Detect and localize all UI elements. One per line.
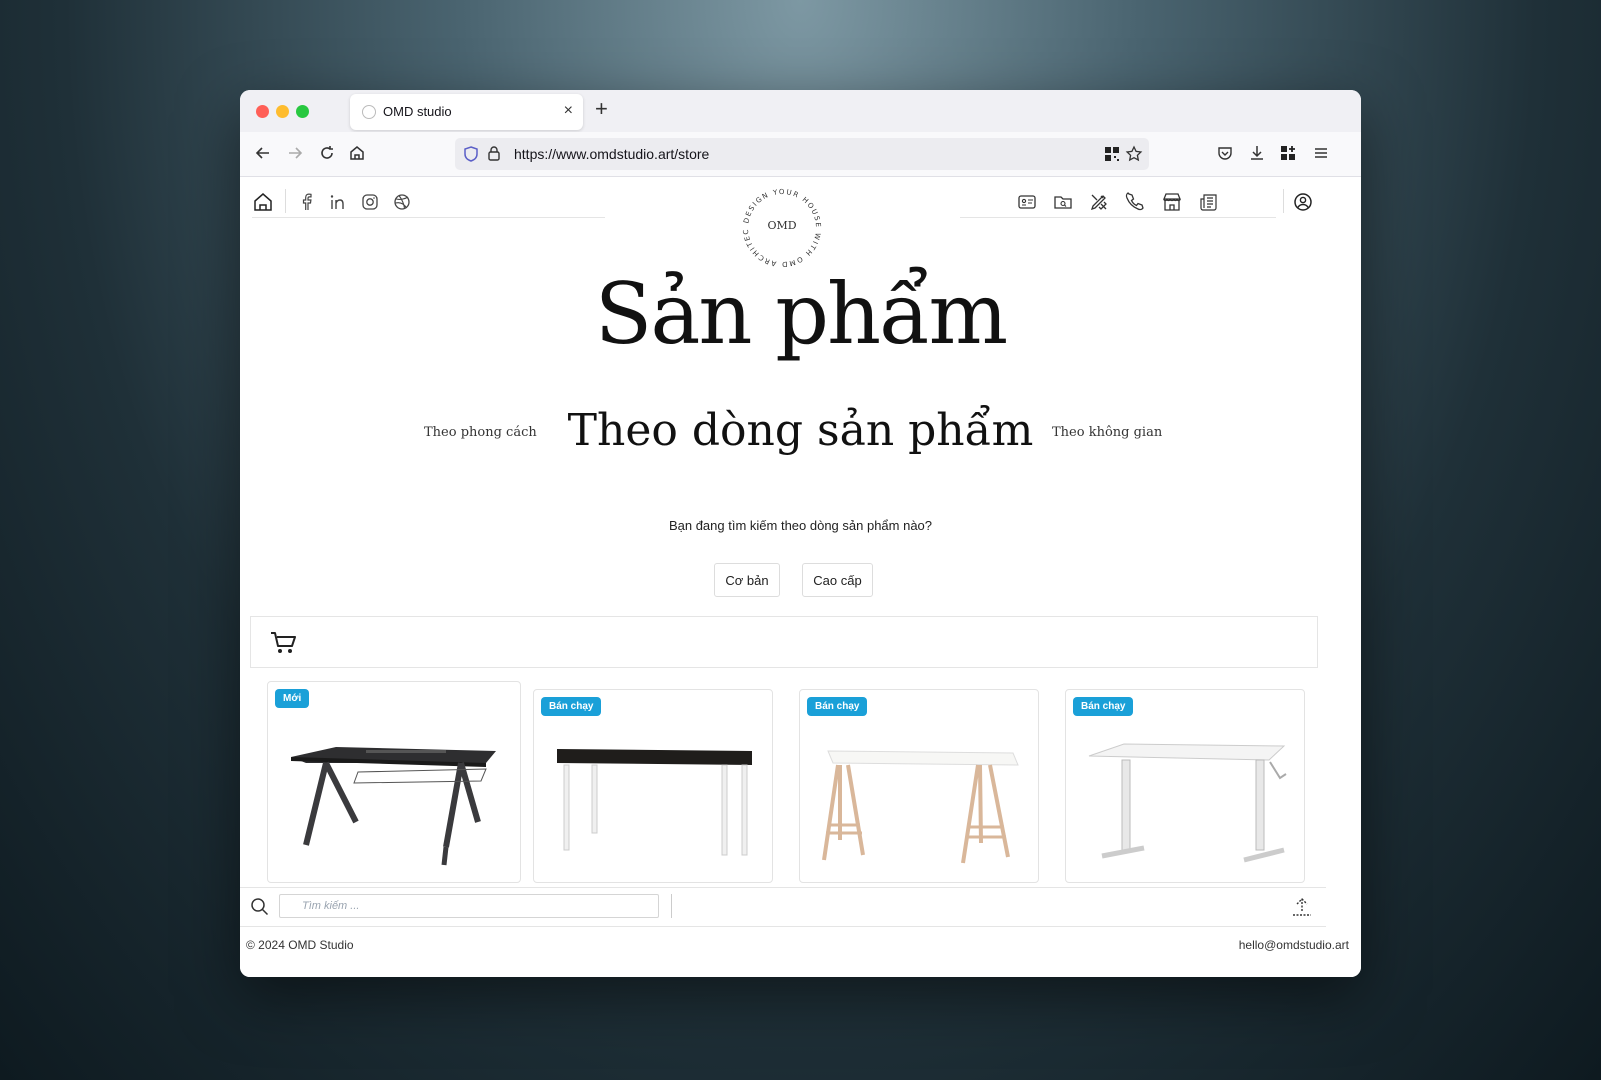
- tab-omd-studio[interactable]: OMD studio ×: [350, 94, 583, 130]
- home-icon: [254, 193, 272, 211]
- extensions-button[interactable]: [1277, 142, 1299, 164]
- dribbble-icon: [394, 194, 410, 210]
- pocket-button[interactable]: [1214, 142, 1236, 164]
- back-button[interactable]: [252, 142, 274, 164]
- home-button[interactable]: [346, 142, 368, 164]
- instagram-link[interactable]: [359, 191, 381, 213]
- header-rule-left: [252, 217, 605, 218]
- tab-bar: OMD studio × +: [240, 90, 1361, 132]
- reload-button[interactable]: [316, 142, 338, 164]
- new-tab-button[interactable]: +: [595, 96, 608, 122]
- trestle-desk-image: [822, 750, 1019, 864]
- user-circle-icon: [1294, 193, 1312, 211]
- product-badge: Bán chạy: [541, 697, 602, 716]
- menu-button[interactable]: [1310, 142, 1332, 164]
- account-button[interactable]: [1292, 191, 1314, 213]
- page-title: Sản phẩm: [594, 265, 1008, 363]
- page-content: DESIGN YOUR HOUSE WITH OMD ARCHITECT OMD: [240, 177, 1361, 977]
- divider: [1283, 189, 1284, 213]
- dribbble-link[interactable]: [391, 191, 413, 213]
- nav-news[interactable]: [1198, 191, 1220, 213]
- reload-icon: [321, 146, 333, 159]
- divider: [671, 894, 672, 918]
- shield-icon: [464, 146, 478, 162]
- white-crank-desk-image: [1088, 743, 1287, 863]
- download-icon: [1251, 146, 1263, 160]
- nav-store[interactable]: [1161, 191, 1183, 213]
- filter-question: Bạn đang tìm kiếm theo dòng sản phẩm nào…: [668, 518, 933, 533]
- filter-basic-button[interactable]: Cơ bản: [714, 563, 780, 597]
- product-card[interactable]: Bán chạy: [533, 689, 773, 883]
- browser-window: OMD studio × + https://www.omdstudio.art…: [240, 90, 1361, 977]
- lock-icon: [488, 146, 500, 161]
- product-card[interactable]: Bán chạy: [1065, 689, 1305, 883]
- scroll-to-top-icon[interactable]: [1290, 895, 1314, 919]
- category-product-line-active[interactable]: Theo dòng sản phẩm: [240, 405, 1361, 456]
- phone-icon: [1125, 192, 1144, 211]
- contact-card-icon: [1018, 195, 1036, 209]
- pocket-icon: [1218, 147, 1232, 160]
- url-text: https://www.omdstudio.art/store: [514, 146, 710, 162]
- linkedin-link[interactable]: [327, 191, 349, 213]
- store-icon: [1163, 193, 1181, 211]
- star-icon[interactable]: [1125, 145, 1143, 163]
- product-badge: Bán chạy: [1073, 697, 1134, 716]
- arrow-right-icon: [289, 147, 303, 159]
- logo-text: OMD: [767, 219, 797, 232]
- nav-contact[interactable]: [1124, 191, 1146, 213]
- facebook-link[interactable]: [296, 191, 318, 213]
- close-window-button[interactable]: [256, 105, 269, 118]
- arrow-left-icon: [255, 147, 269, 159]
- header-rule-right: [960, 217, 1276, 218]
- forward-button[interactable]: [284, 142, 306, 164]
- search-icon[interactable]: [250, 897, 270, 917]
- filter-premium-button[interactable]: Cao cấp: [802, 563, 873, 597]
- instagram-icon: [362, 194, 378, 210]
- newspaper-icon: [1200, 194, 1217, 211]
- nav-projects[interactable]: [1052, 191, 1074, 213]
- copyright: © 2024 OMD Studio: [246, 938, 354, 952]
- downloads-button[interactable]: [1246, 142, 1268, 164]
- divider: [285, 189, 286, 213]
- design-tools-icon: [1090, 194, 1107, 211]
- nav-about[interactable]: [1016, 191, 1038, 213]
- search-input[interactable]: [279, 894, 659, 918]
- cart-bar: [250, 616, 1318, 668]
- cart-icon[interactable]: [269, 629, 297, 657]
- home-icon: [350, 146, 364, 160]
- folder-search-icon: [1054, 196, 1072, 209]
- maximize-window-button[interactable]: [296, 105, 309, 118]
- close-tab-button[interactable]: ×: [564, 102, 573, 120]
- black-gaming-desk-image: [291, 747, 496, 866]
- omd-logo[interactable]: DESIGN YOUR HOUSE WITH OMD ARCHITECT OMD: [733, 177, 827, 273]
- contact-email[interactable]: hello@omdstudio.art: [1239, 938, 1349, 952]
- tab-title: OMD studio: [383, 104, 452, 119]
- site-home-link[interactable]: [252, 191, 274, 213]
- hamburger-menu-icon: [1315, 148, 1327, 158]
- product-card[interactable]: Bán chạy: [799, 689, 1039, 883]
- category-space-link[interactable]: Theo không gian: [1052, 425, 1162, 440]
- product-badge: Mới: [275, 689, 310, 708]
- nav-services[interactable]: [1088, 191, 1110, 213]
- facebook-icon: [302, 193, 312, 210]
- nav-bar: https://www.omdstudio.art/store: [240, 132, 1361, 177]
- url-bar[interactable]: https://www.omdstudio.art/store: [455, 138, 1149, 170]
- favicon-icon: [362, 105, 376, 119]
- black-top-white-leg-desk-image: [557, 749, 752, 856]
- search-bar: [240, 887, 1326, 927]
- minimize-window-button[interactable]: [276, 105, 289, 118]
- extensions-icon: [1281, 146, 1295, 160]
- linkedin-icon: [330, 195, 344, 209]
- product-card[interactable]: Mới: [267, 681, 521, 883]
- product-badge: Bán chạy: [807, 697, 868, 716]
- qr-code-icon[interactable]: [1104, 146, 1120, 162]
